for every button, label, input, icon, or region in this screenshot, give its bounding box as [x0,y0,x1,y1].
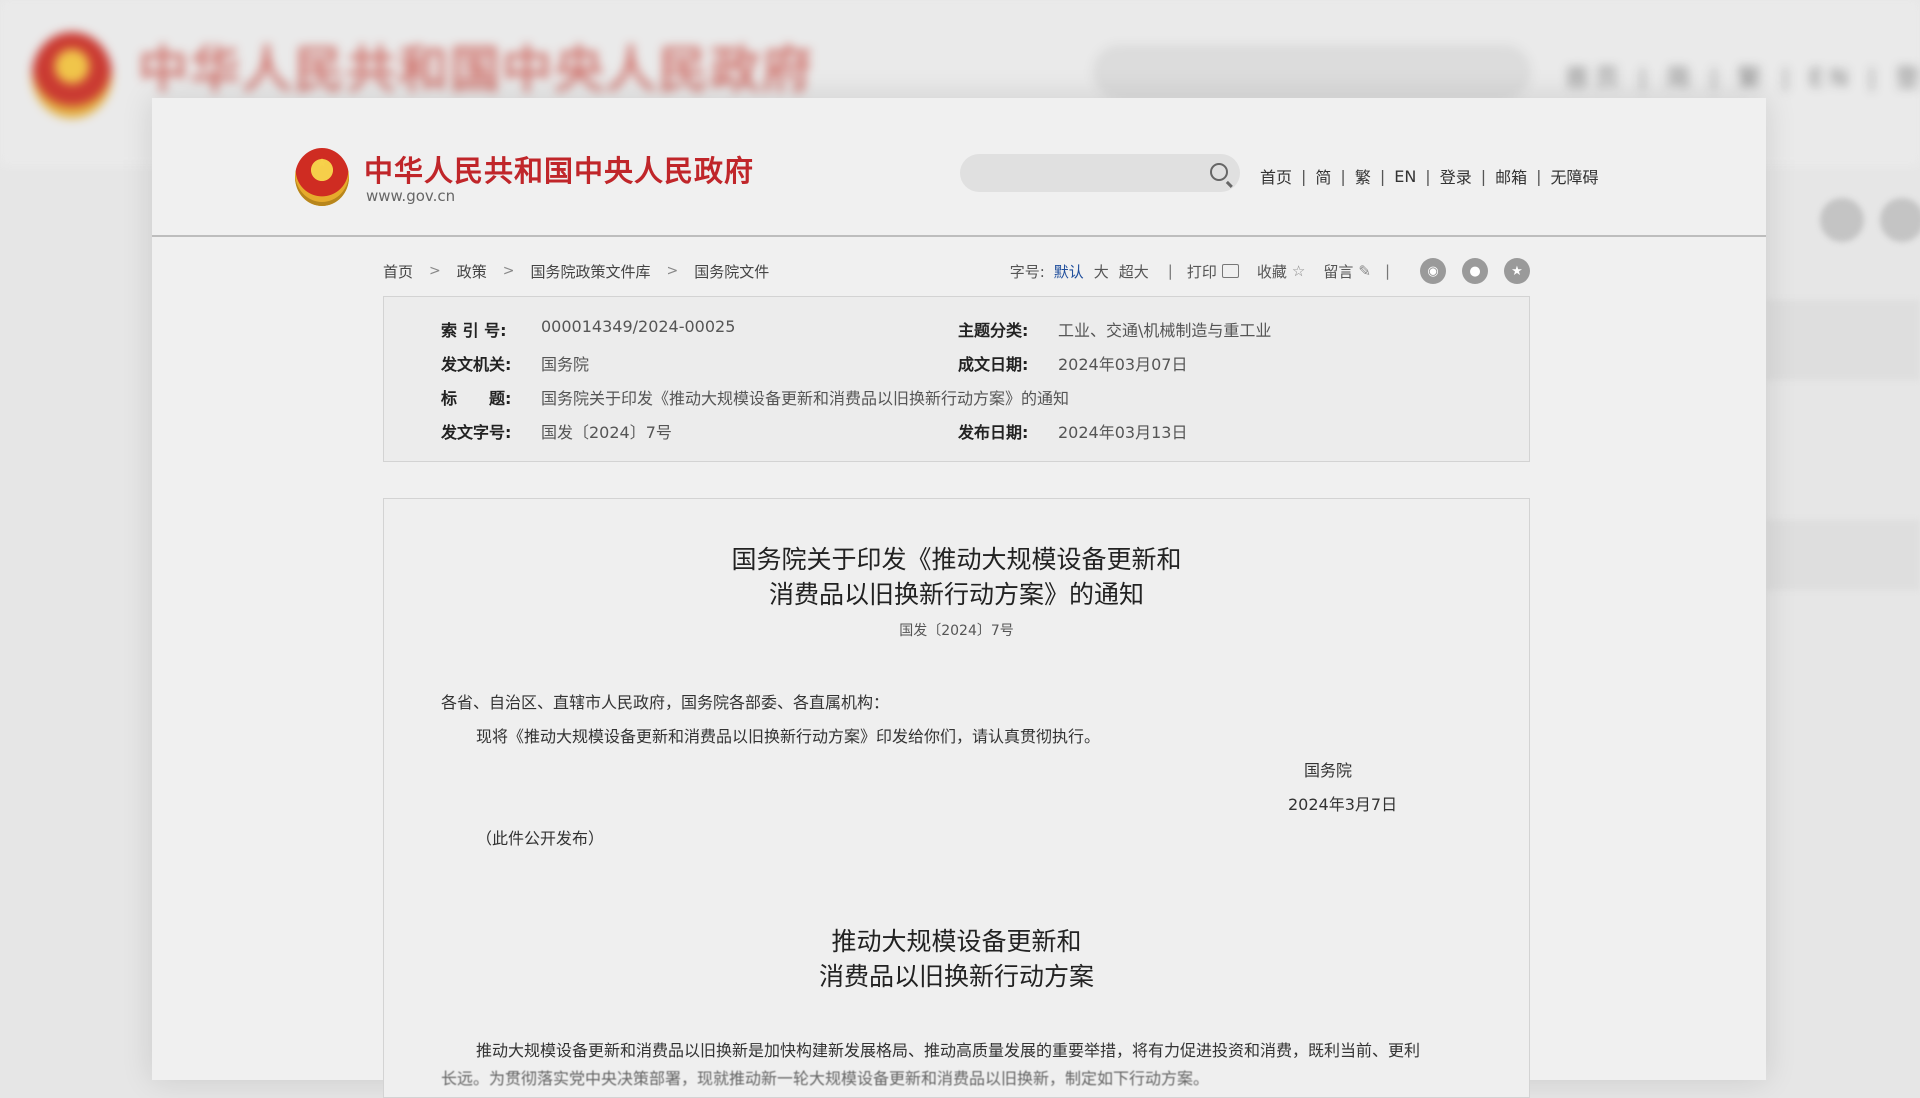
meta-doc-number: 发文字号: 国发〔2024〕7号 [441,419,672,443]
plan-paragraph: 推动大规模设备更新和消费品以旧换新是加快构建新发展格局、推动高质量发展的重要举措… [476,1041,1421,1060]
meta-label: 主题分类: [958,321,1029,340]
weibo-share-icon[interactable]: ◉ [1420,258,1446,284]
site-title[interactable]: 中华人民共和国中央人民政府 [364,148,754,190]
breadcrumb-policy[interactable]: 政策 [457,261,487,282]
nav-separator: | [1379,166,1386,186]
nav-separator: | [1425,166,1431,186]
breadcrumb-state-council-docs[interactable]: 国务院文件 [694,261,769,282]
nav-separator: | [1340,166,1346,186]
plan-title-line-2: 消费品以旧换新行动方案 [818,962,1094,991]
meta-label: 发布日期: [958,423,1029,442]
meta-published-date: 发布日期: 2024年03月13日 [958,419,1187,443]
document-title-line-2: 消费品以旧换新行动方案》的通知 [768,580,1144,609]
meta-value: 国发〔2024〕7号 [541,423,672,442]
chevron-right-icon: > [666,263,679,279]
meta-value: 000014349/2024-00025 [541,317,736,336]
top-nav: 首页 | 简 | 繁 | EN | 登录 | 邮箱 | 无障碍 [1260,164,1599,188]
printer-icon [1221,264,1239,278]
pencil-icon: ✎ [1358,262,1371,280]
font-size-label: 字号: [1009,262,1045,281]
site-url: www.gov.cn [366,187,456,205]
star-icon: ☆ [1291,262,1306,280]
meta-issuer: 发文机关: 国务院 [441,351,589,375]
meta-index: 索 引 号: 000014349/2024-00025 [441,317,735,341]
meta-value: 2024年03月13日 [1058,423,1188,442]
meta-value: 2024年03月07日 [1058,355,1188,374]
breadcrumb-policy-library[interactable]: 国务院政策文件库 [531,261,651,282]
background-title: 中华人民共和国中央人民政府 [138,41,814,99]
national-emblem-icon [295,148,349,206]
document-body: 国务院关于印发《推动大规模设备更新和 消费品以旧换新行动方案》的通知 国发〔20… [383,498,1530,1098]
search-icon[interactable] [1210,163,1228,181]
nav-traditional[interactable]: 繁 [1355,164,1371,188]
document-number: 国发〔2024〕7号 [899,623,1014,639]
document-paragraph: 现将《推动大规模设备更新和消费品以旧换新行动方案》印发给你们，请认真贯彻执行。 [476,727,1101,746]
meta-value: 工业、交通\机械制造与重工业 [1058,321,1272,340]
font-size-large[interactable]: 大 [1094,261,1109,282]
nav-separator: | [1301,166,1307,186]
document-salutation: 各省、自治区、直辖市人民政府，国务院各部委、各直属机构： [441,693,890,712]
background-search [1092,44,1532,100]
document-note: （此件公开发布） [476,829,605,848]
meta-label: 标 题: [441,389,512,408]
background-share-icon [1820,198,1864,242]
meta-label: 成文日期: [958,355,1029,374]
meta-label: 发文机关: [441,355,512,374]
nav-accessibility[interactable]: 无障碍 [1551,164,1599,188]
print-button[interactable]: 打印 [1187,261,1239,282]
meta-label: 发文字号: [441,423,512,442]
meta-written-date: 成文日期: 2024年03月07日 [958,351,1187,375]
document-meta: 索 引 号: 000014349/2024-00025 主题分类: 工业、交通\… [383,296,1530,462]
nav-separator: | [1480,166,1487,186]
background-emblem-icon [32,32,112,118]
breadcrumb-home[interactable]: 首页 [383,261,413,282]
meta-value: 国务院 [541,355,590,374]
tools-separator: | [1384,262,1390,280]
meta-category: 主题分类: 工业、交通\机械制造与重工业 [958,317,1271,341]
nav-login[interactable]: 登录 [1440,164,1472,188]
print-label: 打印 [1186,262,1217,281]
document-date: 2024年3月7日 [1288,795,1398,814]
nav-home[interactable]: 首页 [1260,164,1292,188]
plan-title-line-1: 推动大规模设备更新和 [831,927,1082,956]
wechat-share-icon[interactable]: ● [1462,258,1488,284]
nav-simplified[interactable]: 简 [1315,164,1331,188]
document-title-line-1: 国务院关于印发《推动大规模设备更新和 [731,545,1182,574]
favorite-label: 收藏 [1256,262,1287,281]
chevron-right-icon: > [502,263,515,279]
nav-separator: | [1536,166,1542,186]
favorite-button[interactable]: 收藏 ☆ [1257,261,1305,282]
comment-button[interactable]: 留言 ✎ [1323,261,1371,282]
font-size-xlarge[interactable]: 超大 [1119,261,1149,282]
background-panel [1766,300,1920,380]
background-share-icon [1880,198,1920,242]
font-size-default[interactable]: 默认 [1054,261,1084,282]
site-header: 中华人民共和国中央人民政府 www.gov.cn 首页 | 简 | 繁 | EN | 登… [152,98,1766,237]
search-input[interactable] [960,154,1240,192]
favorite-share-icon[interactable]: ★ [1504,258,1530,284]
plan-paragraph-continued: 长远。为贯彻落实党中央决策部署，现就推动新一轮大规模设备更新和消费品以旧换新，制… [441,1069,1210,1088]
background-nav: 首页 | 简 | 繁 | EN | 登录 [1565,64,1920,92]
nav-mail[interactable]: 邮箱 [1495,164,1527,188]
meta-value: 国务院关于印发《推动大规模设备更新和消费品以旧换新行动方案》的通知 [541,389,1070,408]
comment-label: 留言 [1323,262,1354,281]
meta-label: 索 引 号: [441,321,507,340]
chevron-right-icon: > [429,263,441,279]
background-panel [1766,520,1920,590]
nav-english[interactable]: EN [1394,167,1416,186]
breadcrumb: 首页 > 政策 > 国务院政策文件库 > 国务院文件 字号: 默认 大 超大 |… [383,256,1530,286]
article-tools: 字号: 默认 大 超大 | 打印 收藏 ☆ 留言 ✎ | ◉ ● ★ [1010,256,1530,286]
meta-title: 标 题: 国务院关于印发《推动大规模设备更新和消费品以旧换新行动方案》的通知 [441,385,1069,409]
page-panel: 中华人民共和国中央人民政府 www.gov.cn 首页 | 简 | 繁 | EN | 登… [152,98,1766,1098]
tools-separator: | [1167,262,1173,280]
document-signer: 国务院 [1304,761,1353,780]
